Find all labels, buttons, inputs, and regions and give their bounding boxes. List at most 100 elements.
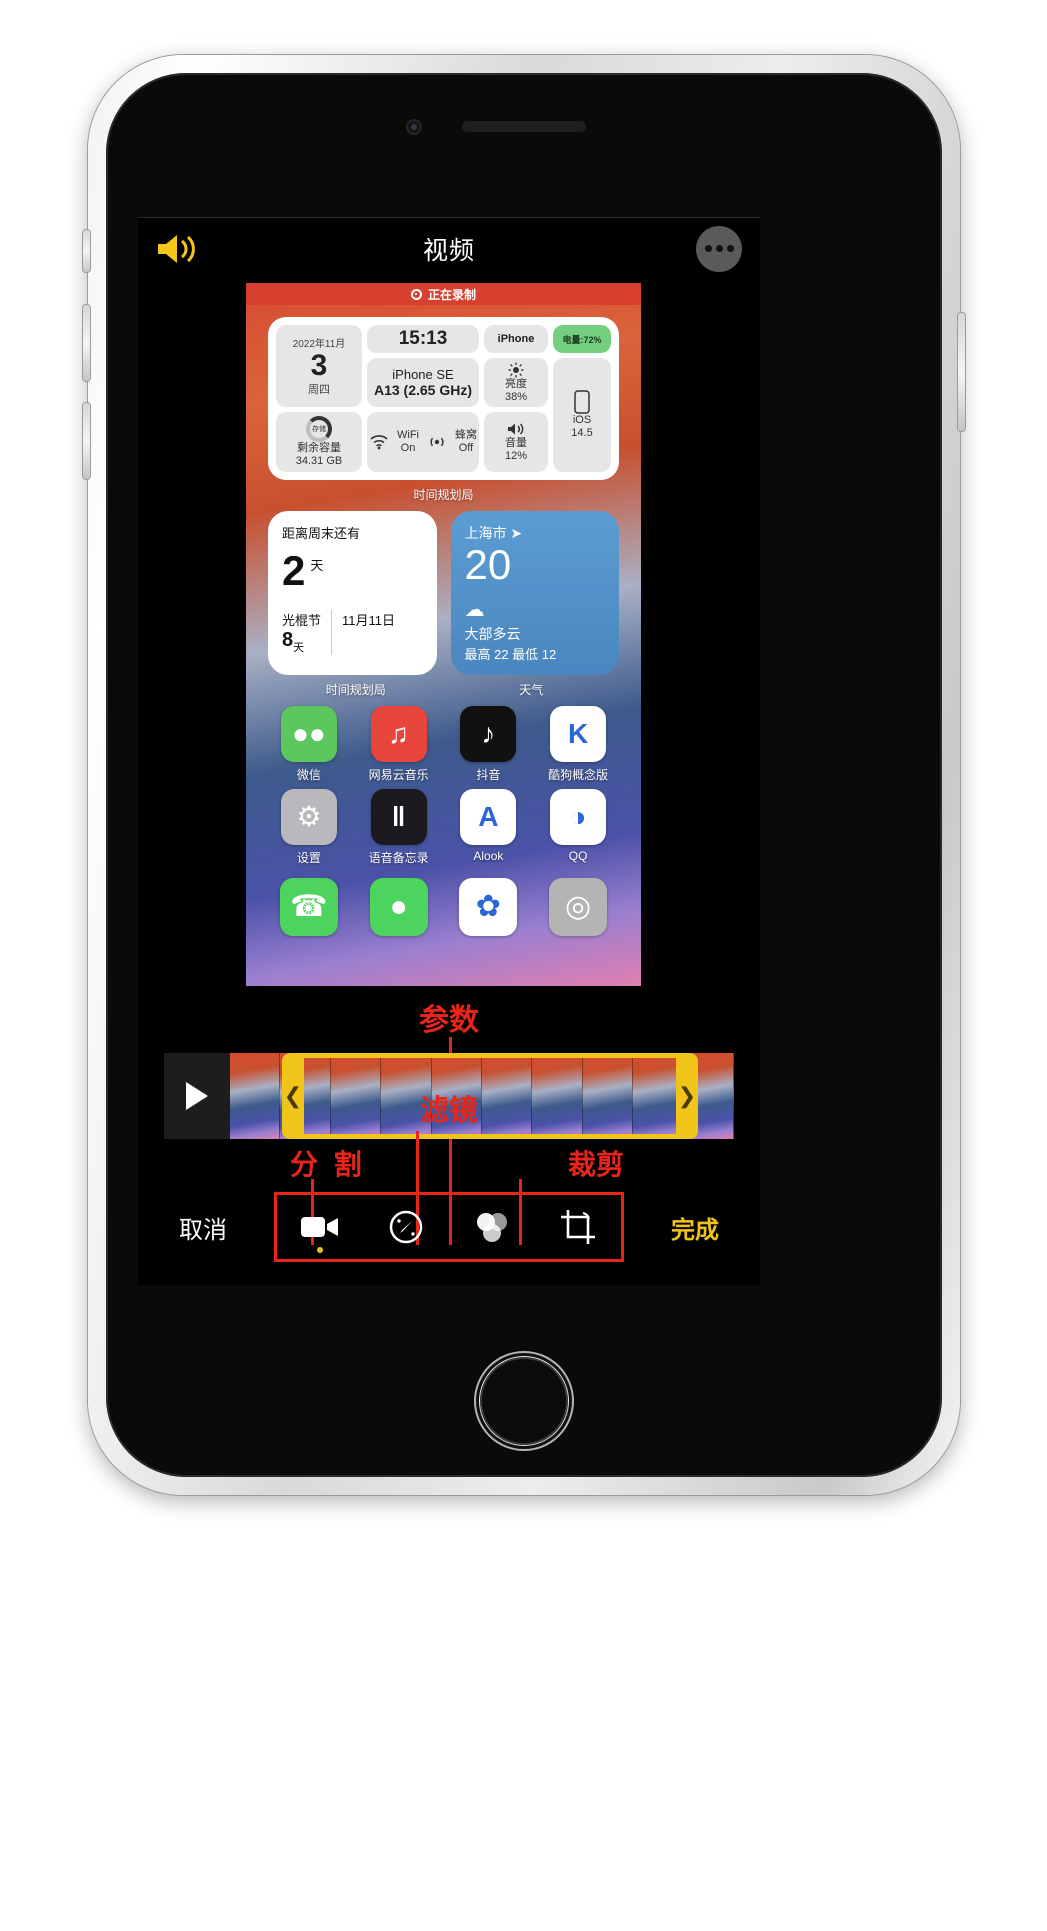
date-weekday: 周四 (308, 384, 330, 397)
chip-model: iPhone SE (392, 367, 454, 383)
brightness-cell: 亮度 38% (484, 358, 548, 408)
divider (331, 609, 333, 655)
calendar-countdown-widget: 距离周末还有 2天 光棍节 8天 11月11日 (268, 510, 437, 675)
storage-ring-icon: 存储 (306, 416, 332, 443)
earpiece-speaker (462, 121, 586, 132)
phone-device-frame: 视频 正在录制 2022年11月 3 周四 15:13 iPhone 电量:72… (83, 55, 965, 1495)
app-label: 抖音 (476, 767, 501, 782)
cellular-icon (430, 437, 444, 447)
volume-label: 音量 (505, 437, 527, 450)
volume-down-button[interactable] (83, 403, 90, 479)
app-alook-browser[interactable]: A Alook (444, 788, 534, 866)
home-screen-dock: ☎ ● ✿ ◎ (264, 877, 623, 936)
storage-ring-label: 存储 (312, 426, 326, 434)
app-kugou[interactable]: K 酷狗概念版 (533, 705, 623, 783)
power-button[interactable] (958, 313, 965, 431)
home-button[interactable] (476, 1353, 572, 1449)
video-frame-content: 正在录制 2022年11月 3 周四 15:13 iPhone 电量:72% i… (246, 283, 641, 986)
adjust-dial-icon[interactable] (382, 1203, 430, 1251)
network-cell: WiFi On 蜂窝 Off (367, 412, 479, 472)
more-ellipsis-icon[interactable] (696, 225, 742, 272)
storage-cell: 存储 剩余容量 34.31 GB (276, 412, 362, 472)
wifi-label: WiFi (397, 429, 419, 442)
filter-circles-icon[interactable] (468, 1203, 516, 1251)
video-preview-area[interactable]: 正在录制 2022年11月 3 周四 15:13 iPhone 电量:72% i… (138, 279, 760, 991)
app-wechat[interactable]: ●● 微信 (264, 705, 354, 783)
cancel-button[interactable]: 取消 (138, 1210, 268, 1245)
app-tiktok[interactable]: ♪ 抖音 (444, 705, 534, 783)
annotation-filter-label: 滤镜 (419, 1095, 478, 1127)
wifi-value: On (400, 441, 416, 454)
system-info-widget: 2022年11月 3 周四 15:13 iPhone 电量:72% iPhone… (268, 317, 619, 480)
recording-banner: 正在录制 (246, 283, 641, 305)
wifi-icon (370, 435, 388, 450)
app-label: 酷狗概念版 (548, 767, 609, 782)
clock-cell: 15:13 (367, 325, 479, 353)
app-photos-app[interactable]: ✿ (444, 877, 534, 936)
app-camera-app[interactable]: ◎ (533, 877, 623, 936)
app-messages-app[interactable]: ● (354, 877, 444, 936)
storage-label: 剩余容量 (297, 442, 341, 455)
video-camera-icon[interactable] (296, 1203, 344, 1253)
brightness-label: 亮度 (505, 378, 527, 390)
silent-switch[interactable] (83, 230, 90, 272)
volume-cell: 音量 12% (484, 412, 548, 472)
location-arrow-icon: ➤ (510, 524, 523, 541)
ios-label: iOS (572, 414, 592, 427)
editor-toolbar: 取消 完成 (138, 1189, 760, 1265)
app-label: 语音备忘录 (368, 850, 429, 865)
app-header: 视频 (138, 217, 760, 279)
tool-selected-dot (317, 1247, 323, 1253)
alook-browser-icon: A (460, 788, 517, 845)
video-editor-panel: 参数 ❮ ❯ 滤镜 分 割 裁剪 取消 完成 (138, 991, 760, 1285)
app-label: 微信 (296, 767, 321, 782)
countdown-days: 2 (282, 546, 306, 594)
weather-condition: 大部多云 (464, 625, 521, 642)
device-name-cell: iPhone (484, 325, 548, 353)
system-widget-name: 时间规划局 (413, 487, 474, 502)
festival-days-unit: 天 (293, 641, 305, 654)
app-qq[interactable]: ◑ QQ (533, 788, 623, 866)
date-month: 2022年11月 (292, 338, 346, 350)
wechat-icon: ●● (280, 705, 337, 762)
camera-app-icon: ◎ (549, 877, 608, 936)
weather-widget-name: 天气 (519, 682, 544, 697)
recording-label: 正在录制 (427, 287, 476, 302)
app-label: 网易云音乐 (368, 767, 429, 782)
annotation-param-label: 参数 (419, 1004, 479, 1037)
app-settings-gear[interactable]: ⚙ 设置 (264, 788, 354, 866)
app-phone-app[interactable]: ☎ (264, 877, 354, 936)
volume-value: 12% (504, 449, 528, 462)
app-label: QQ (568, 848, 588, 863)
festival-date: 11月11日 (342, 612, 396, 628)
editor-tool-group (274, 1192, 624, 1262)
crop-rotate-icon[interactable] (554, 1203, 602, 1251)
photos-app-icon: ✿ (459, 877, 518, 936)
done-button[interactable]: 完成 (630, 1210, 760, 1245)
voice-memos-icon: ‖ (370, 788, 427, 845)
annotation-crop-label: 裁剪 (567, 1149, 624, 1180)
phone-app-icon: ☎ (279, 877, 338, 936)
phone-bezel: 视频 正在录制 2022年11月 3 周四 15:13 iPhone 电量:72… (106, 73, 942, 1477)
volume-up-button[interactable] (83, 305, 90, 381)
chip-cell: iPhone SE A13 (2.65 GHz) (367, 358, 479, 408)
battery-cell: 电量:72% (553, 325, 611, 353)
cellular-label: 蜂窝 (455, 429, 477, 442)
kugou-icon: K (550, 705, 607, 762)
chip-cpu: A13 (2.65 GHz) (373, 382, 473, 399)
widget-row-2: 距离周末还有 2天 光棍节 8天 11月11日 上海市 ➤ 20 ☁ 大部多云 … (268, 510, 619, 675)
date-cell: 2022年11月 3 周四 (276, 325, 362, 408)
annotation-split-label: 分 割 (290, 1149, 366, 1180)
calendar-widget-name: 时间规划局 (325, 682, 386, 697)
festival-days: 8 (282, 628, 294, 651)
weather-range: 最高 22 最低 12 (464, 646, 557, 662)
countdown-days-unit: 天 (310, 557, 324, 573)
app-label: 设置 (296, 850, 321, 865)
storage-value: 34.31 GB (295, 454, 343, 467)
home-screen-app-grid: ●● 微信 ♫ 网易云音乐 ♪ 抖音 K 酷狗概念版 ⚙ 设置 ‖ 语音备忘录 A Alook ◑ QQ (264, 705, 623, 866)
tiktok-icon: ♪ (460, 705, 517, 762)
app-netease-music[interactable]: ♫ 网易云音乐 (354, 705, 444, 783)
app-voice-memos[interactable]: ‖ 语音备忘录 (354, 788, 444, 866)
countdown-title: 距离周末还有 (282, 525, 361, 541)
app-label: Alook (473, 848, 504, 863)
